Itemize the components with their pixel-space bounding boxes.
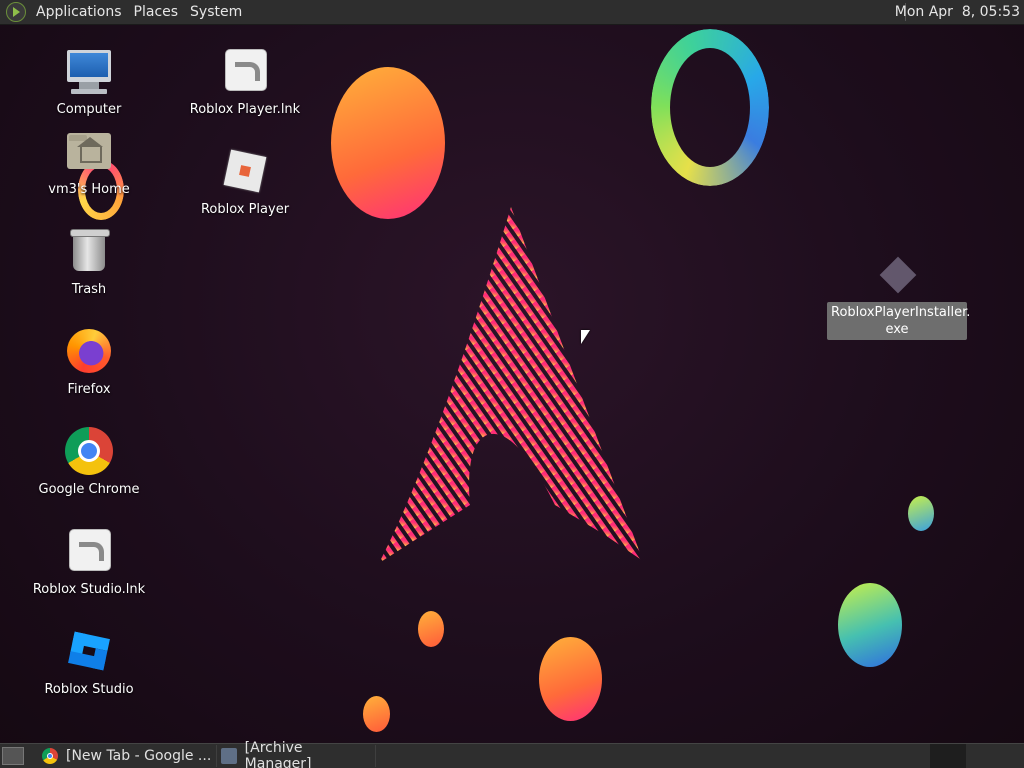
desktop-icon-home[interactable]: vm3's Home — [24, 127, 154, 198]
taskbar-item-chrome[interactable]: [New Tab - Google ... — [38, 745, 217, 767]
menu-system[interactable]: System — [184, 0, 248, 24]
desktop-icon-label: Roblox Player.lnk — [189, 102, 301, 117]
desktop-icon-label: Roblox Player — [200, 202, 290, 217]
chrome-icon — [65, 427, 113, 475]
desktop-icon-computer[interactable]: Computer — [24, 47, 154, 118]
wallpaper-green-blue-oval — [838, 583, 902, 667]
shortcut-icon — [65, 527, 113, 575]
show-desktop-icon[interactable] — [2, 747, 24, 765]
archive-manager-icon — [221, 748, 237, 764]
arch-logo — [379, 207, 643, 563]
desktop-icon-label: Roblox Studio.lnk — [32, 582, 146, 597]
mouse-cursor — [581, 330, 590, 344]
menu-applications[interactable]: Applications — [30, 0, 128, 24]
home-folder-icon — [65, 127, 113, 175]
desktop-icon-label: Firefox — [67, 382, 111, 397]
installer-icon — [873, 256, 921, 294]
wallpaper-tiny-oval-2 — [363, 696, 390, 732]
desktop-icon-roblox-studio[interactable]: Roblox Studio — [24, 627, 154, 698]
desktop-icon-label: vm3's Home — [48, 182, 130, 197]
desktop-icon-trash[interactable]: Trash — [24, 227, 154, 298]
wallpaper-ring — [651, 29, 769, 186]
chrome-icon — [42, 748, 58, 764]
main-menu-icon[interactable] — [6, 2, 26, 22]
desktop-icon-label: Trash — [71, 282, 107, 297]
desktop-icon-google-chrome[interactable]: Google Chrome — [24, 427, 154, 498]
taskbar-item-label: [New Tab - Google ... — [66, 748, 212, 764]
taskbar-item-label: [Archive Manager] — [244, 740, 312, 768]
desktop-icon-label-selected: RobloxPlayerInstaller. exe — [827, 302, 970, 340]
desktop-icon-roblox-player[interactable]: Roblox Player — [180, 147, 310, 218]
roblox-player-icon — [221, 147, 269, 195]
clock[interactable]: Mon Apr 8, 05:53 — [895, 0, 1020, 24]
desktop-icon-roblox-player-installer[interactable]: RobloxPlayerInstaller. exe — [827, 256, 970, 340]
menu-places[interactable]: Places — [128, 0, 185, 24]
desktop-icon-roblox-studio-lnk[interactable]: Roblox Studio.lnk — [24, 527, 154, 598]
desktop-icon-label: Google Chrome — [38, 482, 140, 497]
wallpaper-orange-oval-bottom — [539, 637, 602, 721]
desktop-icon-label: Computer — [56, 102, 122, 117]
wallpaper-orange-oval — [331, 67, 445, 219]
wallpaper-tiny-oval-1 — [418, 611, 444, 647]
desktop-icon-label: Roblox Studio — [44, 682, 134, 697]
top-panel: Applications Places System Mon Apr 8, 05… — [0, 0, 1024, 25]
desktop-icon-firefox[interactable]: Firefox — [24, 327, 154, 398]
bottom-panel: [New Tab - Google ... [Archive Manager] — [0, 740, 1024, 768]
computer-icon — [65, 47, 113, 95]
taskbar-item-archive-manager[interactable]: [Archive Manager] — [217, 740, 376, 768]
roblox-studio-icon — [65, 627, 113, 675]
trash-icon — [65, 227, 113, 275]
wallpaper-small-green-oval — [908, 496, 934, 531]
desktop-icon-roblox-player-lnk[interactable]: Roblox Player.lnk — [180, 47, 310, 118]
workspace-switcher[interactable] — [930, 744, 966, 768]
shortcut-icon — [221, 47, 269, 95]
firefox-icon — [65, 327, 113, 375]
